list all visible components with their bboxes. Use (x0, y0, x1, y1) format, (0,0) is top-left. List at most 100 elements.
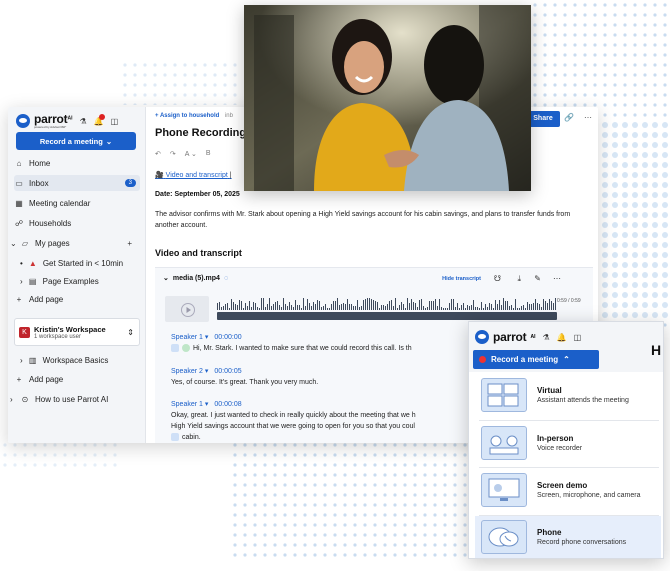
add-page-plus-icon[interactable]: + (127, 239, 132, 248)
record-meeting-button[interactable]: Record a meeting ⌃ (473, 350, 599, 369)
option-text: Phone Record phone conversations (537, 528, 626, 546)
bell-icon[interactable]: 🔔 (557, 333, 567, 342)
timestamp[interactable]: 00:00:00 (214, 334, 241, 341)
speaker-id-icon[interactable]: ☋ (494, 274, 501, 283)
waveform-bar (291, 305, 292, 310)
timestamp[interactable]: 00:00:08 (214, 401, 241, 408)
waveform-bar (231, 299, 232, 310)
waveform-bar (377, 302, 378, 310)
video-transcript-link[interactable]: 🎥 Video and transcript | (155, 171, 232, 179)
sidebar-item-workspace-add-page[interactable]: + Add page (14, 371, 140, 387)
speaker-label[interactable]: Speaker 2 (171, 368, 203, 375)
playback-time: 0:59 / 0:59 (557, 298, 581, 304)
transcript-entry: Speaker 2 ▾ 00:00:05 Yes, of course. It's… (171, 366, 318, 388)
waveform-bar (255, 303, 256, 310)
waveform-bar (233, 302, 234, 310)
workspace-switcher[interactable]: K Kristin's Workspace 1 workspace user ⇕ (14, 318, 140, 346)
sidebar-item-add-page[interactable]: + Add page (14, 291, 140, 307)
waveform-bar (415, 303, 416, 310)
inbox-count-badge: 3 (124, 179, 136, 187)
speaker-label[interactable]: Speaker 1 (171, 334, 203, 341)
edit-pencil-icon[interactable]: ✎ (534, 274, 541, 283)
waveform-bar (339, 305, 340, 310)
audio-waveform[interactable] (217, 296, 557, 310)
waveform-bar (363, 300, 364, 310)
sidebar-item-my-pages[interactable]: ⌄ ▱ My pages + (10, 235, 136, 251)
timestamp[interactable]: 00:00:05 (214, 368, 241, 375)
plus-icon: + (16, 294, 22, 304)
sidebar-item-how-to-use[interactable]: › ⊙ How to use Parrot AI (10, 391, 136, 407)
option-virtual[interactable]: Virtual Assistant attends the meeting (475, 374, 661, 416)
chevron-down-icon[interactable]: ⌄ (163, 274, 169, 282)
waveform-bar (331, 304, 332, 310)
bell-icon[interactable]: 🔔 (94, 113, 105, 126)
option-in-person[interactable]: In-person Voice recorder (475, 422, 661, 464)
flask-icon[interactable]: ⚗ (542, 333, 549, 342)
sidebar-item-home[interactable]: ⌂ Home (14, 155, 140, 171)
sidebar-item-meeting-calendar[interactable]: ▦ Meeting calendar (14, 195, 140, 211)
virtual-meeting-icon (481, 378, 527, 412)
waveform-bar (539, 304, 540, 310)
record-meeting-dropdown: parrot AI ⚗ 🔔 ◫ H Record a meeting ⌃ Virt… (468, 321, 664, 559)
status-icon (182, 344, 190, 353)
option-title: In-person (537, 434, 574, 443)
sidebar-item-page-examples[interactable]: › ▤ Page Examples (20, 273, 146, 289)
parrot-logo-icon (16, 114, 30, 128)
waveform-bar (401, 302, 402, 310)
waveform-bar (297, 305, 298, 310)
sidebar-toggle-icon[interactable]: ◫ (574, 333, 582, 342)
video-link-separator: | (229, 172, 232, 179)
option-screen-demo[interactable]: Screen demo Screen, microphone, and came… (475, 469, 661, 511)
link-icon[interactable]: 🔗 (564, 113, 574, 122)
text-style-icon[interactable]: A ⌄ (185, 150, 197, 158)
sidebar-item-inbox[interactable]: ▭ Inbox 3 (14, 175, 140, 191)
waveform-bar (217, 303, 218, 310)
assign-household-link[interactable]: + Assign to household (155, 113, 219, 119)
option-title: Screen demo (537, 481, 588, 490)
waveform-bar (337, 298, 338, 310)
format-icon[interactable]: B (206, 150, 211, 158)
sidebar-item-workspace-basics[interactable]: › ▥ Workspace Basics (20, 352, 146, 368)
waveform-bar (537, 303, 538, 310)
play-icon[interactable] (181, 303, 195, 317)
sidebar-item-households[interactable]: ☍ Households (14, 215, 140, 231)
waveform-bar (243, 308, 244, 310)
divider (479, 467, 659, 468)
date-label: Date: September 05, 2025 (155, 191, 240, 198)
video-player[interactable] (165, 296, 209, 322)
sidebar-item-get-started[interactable]: • ▲ Get Started in < 10min (20, 255, 146, 271)
speaker-label[interactable]: Speaker 1 (171, 401, 203, 408)
waveform-bar (387, 304, 388, 310)
waveform-bar (525, 308, 526, 310)
more-icon[interactable]: ⋯ (553, 274, 561, 283)
share-button[interactable]: Share (526, 111, 560, 127)
redo-icon[interactable]: ↷ (170, 150, 176, 158)
more-icon[interactable]: ⋯ (584, 113, 592, 122)
waveform-bar (429, 301, 430, 310)
waveform-bar (461, 305, 462, 310)
sidebar-item-label: Households (29, 218, 72, 228)
chevron-up-icon: ⌃ (563, 355, 570, 364)
waveform-bar (283, 298, 284, 310)
seek-bar[interactable] (217, 312, 557, 320)
waveform-bar (425, 308, 426, 310)
sidebar-toggle-icon[interactable]: ◫ (111, 117, 119, 126)
option-phone[interactable]: Phone Record phone conversations (475, 516, 661, 558)
waveform-bar (499, 300, 500, 310)
flask-icon[interactable]: ⚗ (79, 117, 86, 126)
undo-icon[interactable]: ↶ (155, 150, 161, 158)
editor-toolbar: ↶ ↷ A ⌄ B (155, 150, 211, 158)
hide-transcript-button[interactable]: Hide transcript (442, 276, 481, 282)
download-icon[interactable]: ⤓ (517, 274, 521, 284)
breadcrumb-tail: inb (224, 113, 233, 119)
sidebar: parrotAI powered by Advisor360° ⚗ 🔔 ◫ Re… (8, 107, 146, 443)
waveform-bar (513, 308, 514, 310)
waveform-bar (521, 306, 522, 310)
waveform-bar (553, 303, 554, 310)
chevron-down-icon: ▾ (202, 334, 209, 341)
waveform-bar (475, 307, 476, 310)
handshake-illustration (244, 5, 531, 191)
transcript-text: Hi, Mr. Stark. I wanted to make sure tha… (193, 345, 412, 352)
record-meeting-button[interactable]: Record a meeting ⌄ (16, 132, 136, 150)
waveform-bar (371, 299, 372, 310)
